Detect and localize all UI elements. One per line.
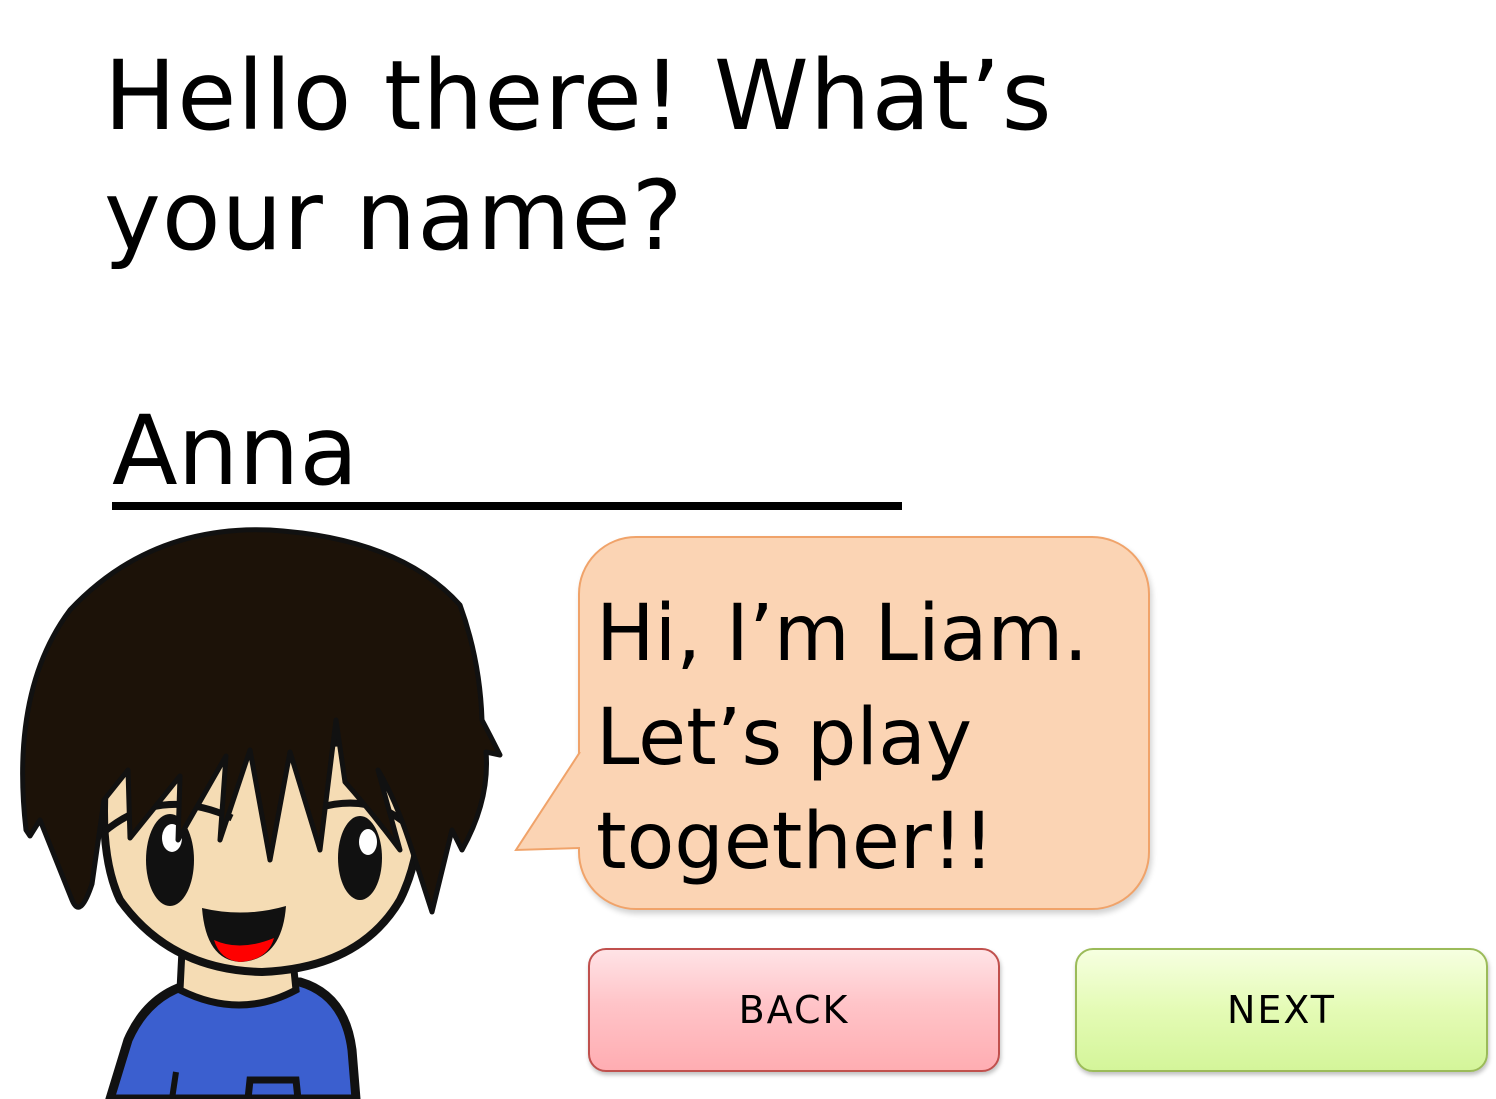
name-input[interactable]: Anna (112, 392, 902, 510)
speech-line-2: Let’s play (596, 693, 973, 783)
speech-bubble-text: Hi, I’m Liam. Let’s play together!! (596, 582, 1136, 894)
name-prompt-line-1: Hello there! What’s (104, 40, 1053, 152)
name-prompt-line-2: your name? (104, 160, 684, 272)
back-button-label: BACK (738, 988, 850, 1032)
speech-line-1: Hi, I’m Liam. (596, 589, 1089, 679)
name-prompt: Hello there! What’s your name? (104, 36, 1104, 276)
back-button[interactable]: BACK (588, 948, 1000, 1072)
right-eye-highlight (359, 829, 377, 855)
right-eye (338, 816, 382, 900)
shirt-crease (169, 1071, 179, 1099)
speech-line-3: together!! (596, 797, 995, 887)
next-button[interactable]: NEXT (1075, 948, 1488, 1072)
liam-character (20, 527, 503, 1099)
speech-bubble-tail (514, 752, 581, 852)
game-screen: Hello there! What’s your name? Anna Hi, … (0, 0, 1496, 1099)
next-button-label: NEXT (1226, 988, 1336, 1032)
